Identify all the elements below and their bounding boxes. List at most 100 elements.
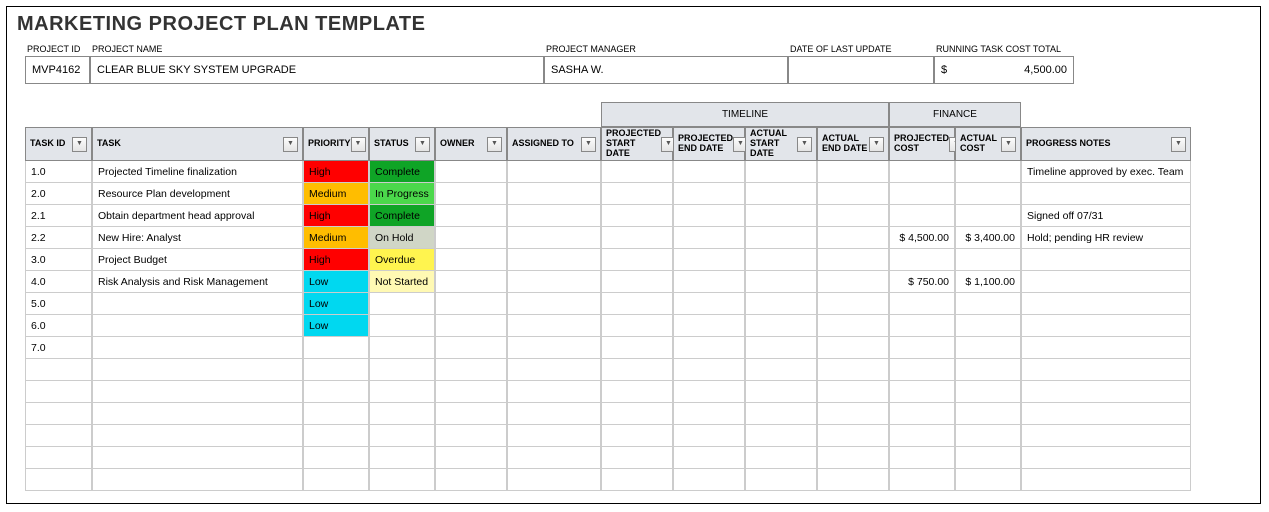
cell-projected_cost[interactable]: [889, 205, 955, 227]
cell-projected_start[interactable]: [601, 359, 673, 381]
cell-projected_end[interactable]: [673, 315, 745, 337]
cell-priority[interactable]: [303, 469, 369, 491]
cell-actual_start[interactable]: [745, 227, 817, 249]
cell-task[interactable]: [92, 381, 303, 403]
cell-priority[interactable]: High: [303, 249, 369, 271]
cell-owner[interactable]: [435, 183, 507, 205]
cell-actual_end[interactable]: [817, 183, 889, 205]
cell-status[interactable]: [369, 293, 435, 315]
cell-priority[interactable]: [303, 337, 369, 359]
cell-actual_cost[interactable]: [955, 403, 1021, 425]
cell-task_id[interactable]: 4.0: [25, 271, 92, 293]
cell-projected_cost[interactable]: [889, 381, 955, 403]
cell-projected_cost[interactable]: [889, 469, 955, 491]
cell-priority[interactable]: [303, 403, 369, 425]
cell-task_id[interactable]: [25, 381, 92, 403]
cell-task_id[interactable]: 3.0: [25, 249, 92, 271]
filter-icon[interactable]: [869, 137, 884, 152]
cell-progress_notes[interactable]: [1021, 183, 1191, 205]
cell-status[interactable]: [369, 403, 435, 425]
filter-icon[interactable]: [1171, 137, 1186, 152]
cell-actual_start[interactable]: [745, 359, 817, 381]
cell-priority[interactable]: Low: [303, 293, 369, 315]
cell-progress_notes[interactable]: Signed off 07/31: [1021, 205, 1191, 227]
cell-task[interactable]: [92, 293, 303, 315]
cell-projected_end[interactable]: [673, 293, 745, 315]
filter-icon[interactable]: [581, 137, 596, 152]
cell-owner[interactable]: [435, 293, 507, 315]
cell-progress_notes[interactable]: [1021, 469, 1191, 491]
cell-owner[interactable]: [435, 469, 507, 491]
cell-task[interactable]: [92, 447, 303, 469]
cell-priority[interactable]: Low: [303, 271, 369, 293]
cell-projected_start[interactable]: [601, 447, 673, 469]
cell-projected_cost[interactable]: $ 750.00: [889, 271, 955, 293]
cell-progress_notes[interactable]: [1021, 337, 1191, 359]
cell-task[interactable]: Obtain department head approval: [92, 205, 303, 227]
cell-priority[interactable]: [303, 447, 369, 469]
cell-status[interactable]: In Progress: [369, 183, 435, 205]
value-running-total[interactable]: $ 4,500.00: [934, 56, 1074, 84]
cell-actual_cost[interactable]: [955, 381, 1021, 403]
cell-actual_start[interactable]: [745, 293, 817, 315]
cell-projected_start[interactable]: [601, 469, 673, 491]
cell-projected_start[interactable]: [601, 403, 673, 425]
cell-status[interactable]: Overdue: [369, 249, 435, 271]
cell-projected_cost[interactable]: [889, 249, 955, 271]
cell-owner[interactable]: [435, 161, 507, 183]
cell-projected_start[interactable]: [601, 381, 673, 403]
cell-assigned_to[interactable]: [507, 205, 601, 227]
cell-projected_cost[interactable]: $ 4,500.00: [889, 227, 955, 249]
cell-priority[interactable]: [303, 359, 369, 381]
cell-projected_cost[interactable]: [889, 315, 955, 337]
cell-projected_end[interactable]: [673, 249, 745, 271]
cell-projected_start[interactable]: [601, 293, 673, 315]
cell-actual_cost[interactable]: [955, 161, 1021, 183]
cell-status[interactable]: Complete: [369, 161, 435, 183]
cell-status[interactable]: On Hold: [369, 227, 435, 249]
cell-progress_notes[interactable]: [1021, 403, 1191, 425]
cell-projected_end[interactable]: [673, 183, 745, 205]
cell-status[interactable]: [369, 425, 435, 447]
cell-actual_cost[interactable]: [955, 469, 1021, 491]
cell-projected_start[interactable]: [601, 227, 673, 249]
cell-projected_start[interactable]: [601, 249, 673, 271]
cell-task[interactable]: Projected Timeline finalization: [92, 161, 303, 183]
cell-status[interactable]: Complete: [369, 205, 435, 227]
cell-owner[interactable]: [435, 359, 507, 381]
cell-task[interactable]: Resource Plan development: [92, 183, 303, 205]
cell-actual_end[interactable]: [817, 249, 889, 271]
cell-progress_notes[interactable]: Hold; pending HR review: [1021, 227, 1191, 249]
cell-owner[interactable]: [435, 425, 507, 447]
value-project-manager[interactable]: SASHA W.: [544, 56, 788, 84]
cell-actual_cost[interactable]: [955, 337, 1021, 359]
cell-assigned_to[interactable]: [507, 315, 601, 337]
cell-task_id[interactable]: [25, 425, 92, 447]
cell-task_id[interactable]: 6.0: [25, 315, 92, 337]
cell-projected_start[interactable]: [601, 425, 673, 447]
filter-icon[interactable]: [283, 137, 298, 152]
cell-projected_start[interactable]: [601, 161, 673, 183]
cell-projected_cost[interactable]: [889, 425, 955, 447]
filter-icon[interactable]: [351, 137, 366, 152]
cell-task[interactable]: New Hire: Analyst: [92, 227, 303, 249]
cell-actual_start[interactable]: [745, 161, 817, 183]
cell-progress_notes[interactable]: [1021, 249, 1191, 271]
cell-task_id[interactable]: [25, 447, 92, 469]
cell-task[interactable]: [92, 403, 303, 425]
cell-task_id[interactable]: 5.0: [25, 293, 92, 315]
cell-actual_cost[interactable]: [955, 315, 1021, 337]
cell-task[interactable]: [92, 425, 303, 447]
cell-projected_start[interactable]: [601, 271, 673, 293]
cell-actual_start[interactable]: [745, 425, 817, 447]
cell-projected_start[interactable]: [601, 205, 673, 227]
cell-projected_end[interactable]: [673, 359, 745, 381]
cell-projected_end[interactable]: [673, 271, 745, 293]
cell-assigned_to[interactable]: [507, 447, 601, 469]
cell-task[interactable]: Risk Analysis and Risk Management: [92, 271, 303, 293]
cell-task_id[interactable]: 2.1: [25, 205, 92, 227]
cell-actual_start[interactable]: [745, 403, 817, 425]
cell-priority[interactable]: Low: [303, 315, 369, 337]
cell-projected_start[interactable]: [601, 183, 673, 205]
cell-assigned_to[interactable]: [507, 425, 601, 447]
